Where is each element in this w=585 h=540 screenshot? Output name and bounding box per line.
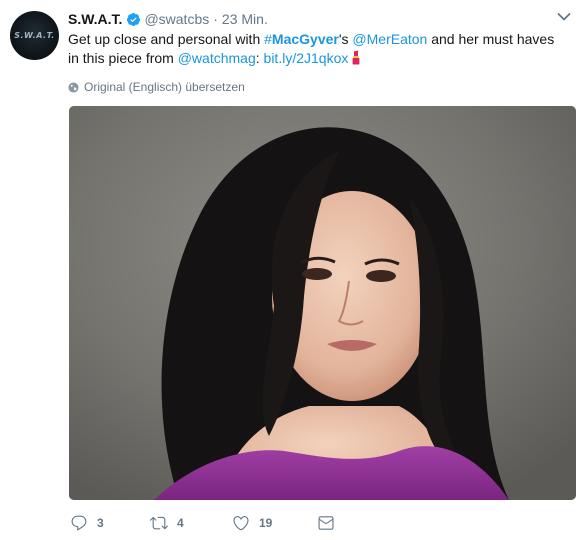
tweet-photo[interactable] [69, 106, 576, 500]
tweet-text: Get up close and personal with #MacGyver… [68, 30, 568, 68]
handle[interactable]: @swatcbs [144, 11, 209, 27]
tweet-text-part: 's [338, 31, 353, 47]
reply-button[interactable]: 3 [70, 514, 150, 532]
chevron-down-icon[interactable] [557, 12, 571, 22]
like-button[interactable]: 19 [232, 514, 317, 532]
url-link[interactable]: bit.ly/2J1qkox [264, 50, 349, 66]
portrait-illustration [69, 106, 576, 500]
heart-icon [233, 516, 249, 531]
separator-dot: · [213, 11, 218, 27]
timestamp[interactable]: 23 Min. [222, 11, 268, 27]
hashtag-link[interactable]: #MacGyver [264, 31, 339, 47]
envelope-icon [318, 516, 334, 530]
tweet-text-part: Get up close and personal with [68, 31, 265, 47]
like-count: 19 [259, 516, 273, 530]
avatar[interactable]: S.W.A.T. [10, 11, 59, 60]
translate-tweet-link[interactable]: Original (Englisch) übersetzen [68, 80, 245, 94]
avatar-logo-text: S.W.A.T. [14, 31, 55, 40]
mention-link[interactable]: @watchmag [178, 50, 256, 66]
globe-icon [68, 81, 79, 93]
tweet: S.W.A.T. S.W.A.T. @swatcbs · 23 Min. Get… [0, 0, 585, 540]
reply-icon [71, 515, 87, 531]
lipstick-emoji-icon [352, 50, 360, 65]
mention-link[interactable]: @MerEaton [352, 31, 427, 47]
direct-message-button[interactable] [317, 514, 335, 532]
reply-count: 3 [97, 516, 104, 530]
hashtag-word: MacGyver [271, 31, 339, 47]
retweet-button[interactable]: 4 [150, 514, 232, 532]
translate-label: Original (Englisch) übersetzen [84, 80, 245, 94]
retweet-icon [150, 516, 168, 530]
hashtag-symbol: # [264, 31, 272, 47]
verified-badge-icon [127, 12, 141, 26]
tweet-actions: 3 4 19 [70, 513, 335, 533]
tweet-header: S.W.A.T. @swatcbs · 23 Min. [68, 10, 268, 28]
display-name[interactable]: S.W.A.T. [68, 11, 122, 27]
retweet-count: 4 [177, 516, 184, 530]
tweet-text-part: : [255, 50, 264, 66]
